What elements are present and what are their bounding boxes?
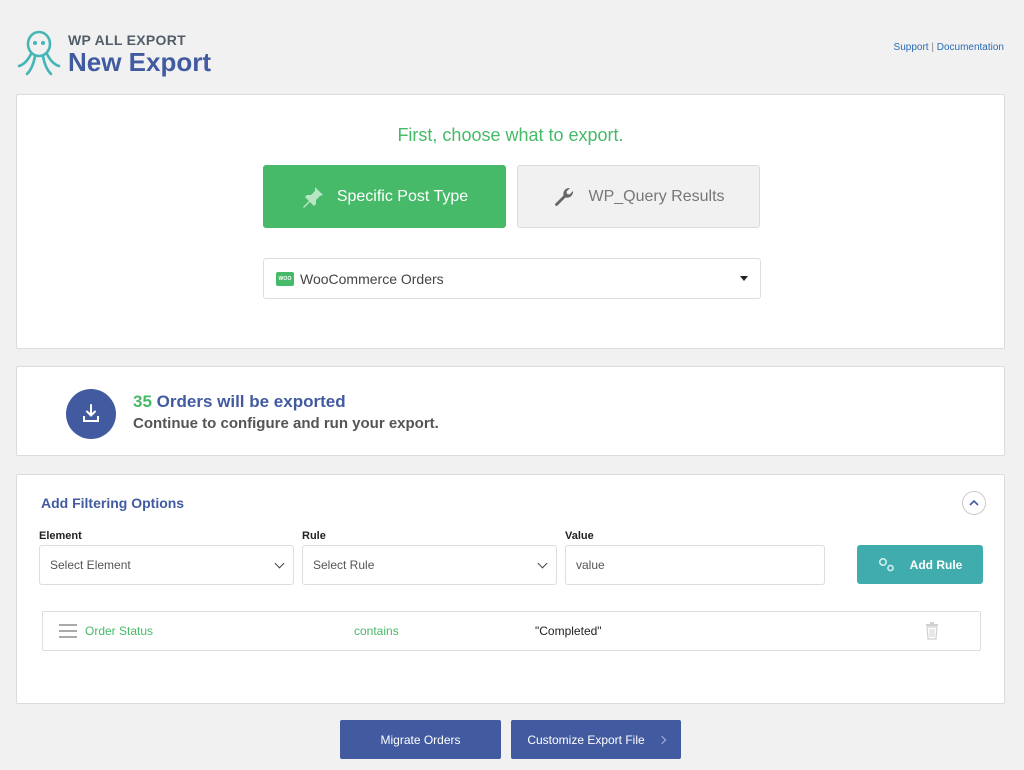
page-title: New Export [68,47,212,77]
choose-title: First, choose what to export. [397,125,624,145]
collapse-button[interactable] [962,491,986,515]
specific-post-type-button[interactable]: Specific Post Type [263,165,506,228]
chevron-right-icon [657,735,666,744]
trash-icon[interactable] [925,622,939,640]
post-type-select[interactable]: WOO WooCommerce Orders [263,258,761,299]
rule-select[interactable]: Select Rule [302,545,557,585]
rule-value: "Completed" [535,624,602,638]
documentation-link[interactable]: Documentation [937,42,1004,53]
rule-condition-value: contains [354,624,399,638]
continue-text: Continue to configure and run your expor… [133,415,439,432]
customize-export-file-button[interactable]: Customize Export File [511,720,681,759]
element-select-value: Select Element [50,558,131,572]
rule-select-value: Select Rule [313,558,375,572]
pushpin-icon [302,186,323,208]
link-separator: | [931,42,934,53]
wp-all-export-logo-icon [17,30,61,76]
filtering-title: Add Filtering Options [41,495,185,511]
element-label: Element [39,530,82,542]
export-count: 35 [133,392,152,411]
rule-label: Rule [302,530,326,542]
post-type-selected-value: WooCommerce Orders [300,270,444,287]
brand-name: WP ALL EXPORT [68,32,186,48]
woocommerce-icon: WOO [276,271,294,286]
support-link[interactable]: Support [894,42,929,53]
element-select[interactable]: Select Element [39,545,294,585]
rule-element-value: Order Status [85,624,154,638]
top-links: Support | Documentation [894,42,1004,53]
wrench-icon [555,187,574,206]
export-count-line: 35 Orders will be exported [133,392,346,412]
drag-handle-icon[interactable] [59,624,77,638]
wp-query-results-button[interactable]: WP_Query Results [517,165,760,228]
value-input[interactable]: value [565,545,825,585]
filter-rule-row: Order Status contains "Completed" [42,611,981,651]
gears-icon [878,557,894,571]
specific-post-type-label: Specific Post Type [336,187,469,205]
chevron-down-icon [274,558,285,568]
value-input-placeholder: value [576,558,605,572]
migrate-orders-label: Migrate Orders [380,732,461,747]
value-label: Value [565,530,594,542]
chevron-down-icon [537,558,548,568]
chevron-up-icon [969,499,979,506]
export-count-text: Orders will be exported [156,392,346,411]
filtering-options-panel: Add Filtering Options Element Rule Value… [16,474,1005,704]
add-rule-label: Add Rule [909,557,963,572]
export-summary-panel: 35 Orders will be exported Continue to c… [16,366,1005,456]
caret-down-icon [740,276,748,281]
download-icon [66,389,116,439]
export-type-panel: First, choose what to export. Specific P… [16,94,1005,349]
add-rule-button[interactable]: Add Rule [857,545,983,584]
wp-query-results-label: WP_Query Results [588,187,725,205]
migrate-orders-button[interactable]: Migrate Orders [340,720,501,759]
customize-export-file-label: Customize Export File [527,732,645,747]
